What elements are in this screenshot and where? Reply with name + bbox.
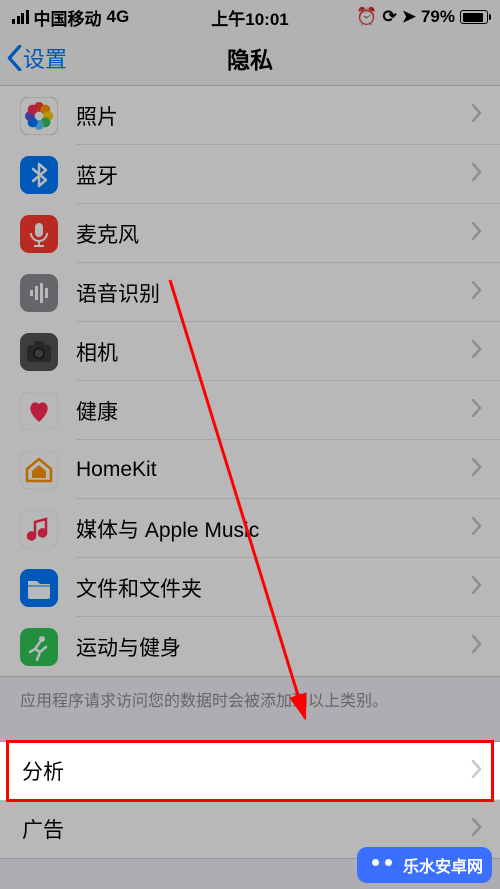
row-label: 文件和文件夹 [76, 573, 471, 603]
settings-row-music[interactable]: 媒体与 Apple Music [0, 499, 500, 558]
homekit-icon [20, 451, 58, 489]
settings-row-speech[interactable]: 语音识别 [0, 263, 500, 322]
chevron-right-icon [471, 576, 482, 599]
chevron-right-icon [471, 760, 482, 783]
photos-icon [20, 97, 58, 135]
row-label: HomeKit [76, 458, 471, 482]
privacy-list-group-1: 照片 蓝牙 麦克风 语音识别 相机 健康 HomeKit 媒体与 Apple M… [0, 86, 500, 677]
settings-row-bluetooth[interactable]: 蓝牙 [0, 145, 500, 204]
chevron-right-icon [471, 340, 482, 363]
chevron-right-icon [471, 399, 482, 422]
location-icon: ➤ [402, 7, 416, 27]
nav-bar: 设置 隐私 [0, 30, 500, 86]
speech-icon [20, 274, 58, 312]
battery-pct: 79% [421, 7, 455, 27]
network-label: 4G [107, 7, 130, 27]
robot-face-icon [366, 852, 398, 878]
chevron-right-icon [471, 635, 482, 658]
motion-icon [20, 628, 58, 666]
row-label: 相机 [76, 337, 471, 367]
camera-icon [20, 333, 58, 371]
settings-row-files[interactable]: 文件和文件夹 [0, 558, 500, 617]
group-footer-note: 应用程序请求访问您的数据时会被添加到以上类别。 [0, 677, 500, 741]
row-label: 广告 [22, 814, 471, 844]
settings-row-health[interactable]: 健康 [0, 381, 500, 440]
status-right: ⏰ ⟳ ➤ 79% [356, 7, 488, 27]
back-label: 设置 [23, 42, 67, 74]
row-label: 运动与健身 [76, 632, 471, 662]
settings-row-motion[interactable]: 运动与健身 [0, 617, 500, 676]
back-button[interactable]: 设置 [0, 42, 67, 74]
chevron-right-icon [471, 163, 482, 186]
music-icon [20, 510, 58, 548]
settings-row-microphone[interactable]: 麦克风 [0, 204, 500, 263]
analytics-row[interactable]: 分析 [0, 742, 500, 800]
row-label: 健康 [76, 396, 471, 426]
row-label: 照片 [76, 101, 471, 131]
row-label: 蓝牙 [76, 160, 471, 190]
watermark-text: 乐水安卓网 [403, 853, 483, 877]
signal-icon [12, 10, 29, 24]
settings-row-photos[interactable]: 照片 [0, 86, 500, 145]
chevron-left-icon [6, 45, 23, 71]
settings-row-camera[interactable]: 相机 [0, 322, 500, 381]
chevron-right-icon [471, 222, 482, 245]
watermark-logo: 乐水安卓网 [357, 847, 492, 883]
microphone-icon [20, 215, 58, 253]
settings-row-homekit[interactable]: HomeKit [0, 440, 500, 499]
carrier-label: 中国移动 [34, 5, 102, 30]
chevron-right-icon [471, 818, 482, 841]
row-label: 麦克风 [76, 219, 471, 249]
row-label: 语音识别 [76, 278, 471, 308]
status-left: 中国移动 4G [12, 5, 129, 30]
chevron-right-icon [471, 281, 482, 304]
health-icon [20, 392, 58, 430]
chevron-right-icon [471, 458, 482, 481]
alarm-icon: ⏰ [356, 7, 377, 27]
lock-rotation-icon: ⟳ [382, 7, 396, 27]
files-icon [20, 569, 58, 607]
nav-title: 隐私 [227, 41, 273, 75]
row-label: 媒体与 Apple Music [76, 514, 471, 544]
status-time: 上午10:01 [211, 5, 288, 30]
bluetooth-icon [20, 156, 58, 194]
status-bar: 中国移动 4G 上午10:01 ⏰ ⟳ ➤ 79% [0, 0, 500, 30]
chevron-right-icon [471, 517, 482, 540]
battery-icon [460, 10, 488, 24]
chevron-right-icon [471, 104, 482, 127]
row-label: 分析 [22, 756, 471, 786]
privacy-list-group-2: 分析 广告 [0, 741, 500, 859]
